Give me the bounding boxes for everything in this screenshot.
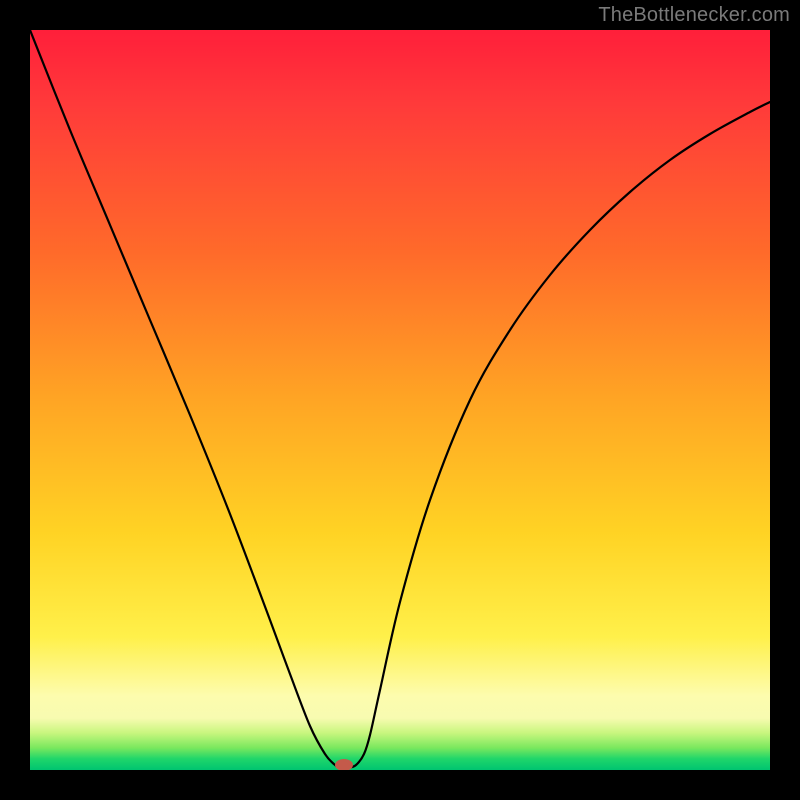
chart-frame: TheBottlenecker.com [0, 0, 800, 800]
curve-svg [30, 30, 770, 770]
bottleneck-curve [30, 30, 770, 768]
min-marker [335, 759, 353, 770]
plot-area [30, 30, 770, 770]
watermark-text: TheBottlenecker.com [598, 4, 790, 27]
